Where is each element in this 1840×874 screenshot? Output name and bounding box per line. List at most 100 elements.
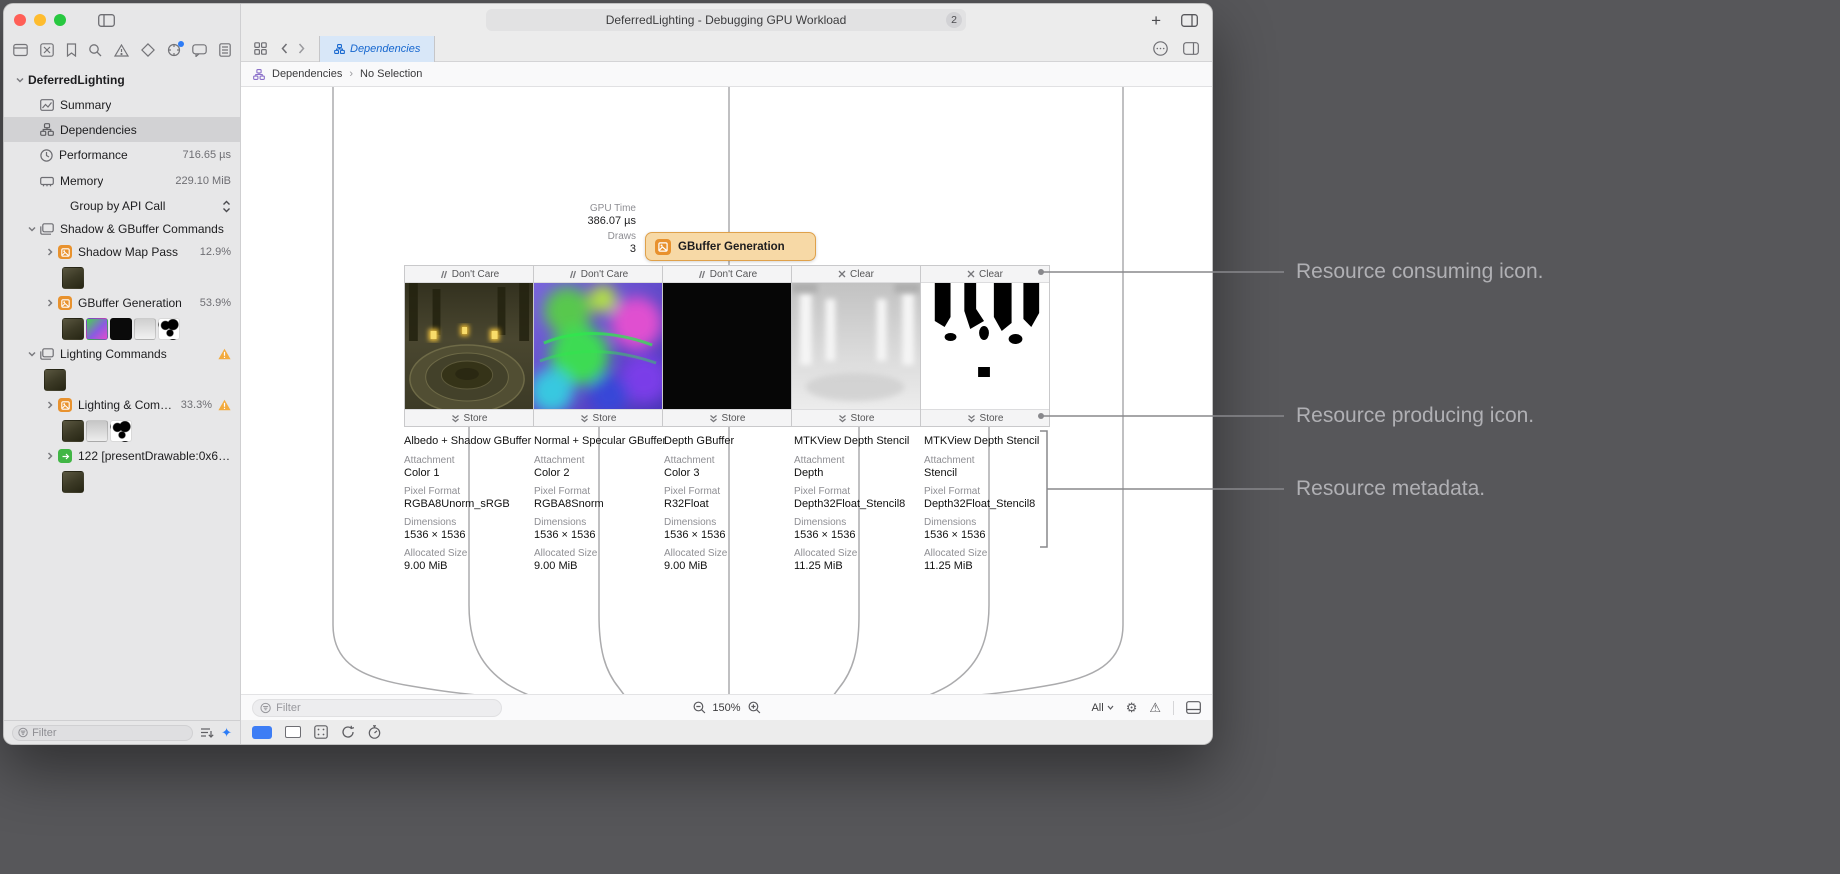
gbuffer-generation-node[interactable]: GBuffer Generation xyxy=(645,232,816,261)
minimize-window-button[interactable] xyxy=(34,14,46,26)
load-action-header[interactable]: Don't Care xyxy=(405,266,533,283)
view-mode-alt-icon[interactable] xyxy=(285,726,301,738)
thumbnail-stencil2[interactable] xyxy=(110,419,132,442)
graph-filter-input[interactable] xyxy=(276,701,494,714)
sidebar-toggle-icon[interactable] xyxy=(98,13,115,27)
thumbnail-depth[interactable] xyxy=(134,317,156,340)
dependency-graph-canvas[interactable]: GPU Time 386.07 µs Draws 3 GBuffer Gener… xyxy=(241,87,1212,694)
chevron-right-icon[interactable] xyxy=(46,401,54,409)
store-action-footer[interactable]: Store xyxy=(663,409,791,426)
performance-timer-icon[interactable] xyxy=(368,725,381,739)
store-action-footer[interactable]: Store xyxy=(405,409,533,426)
thumbnail-albedo[interactable] xyxy=(62,317,84,340)
tab-overview-icon[interactable] xyxy=(254,42,267,55)
thumbnail-lighting[interactable] xyxy=(44,368,66,391)
view-mode-selected-icon[interactable] xyxy=(252,725,272,739)
thumbnail-depth-gbuffer[interactable] xyxy=(110,317,132,340)
reports-navigator-icon[interactable] xyxy=(219,43,231,57)
tree-item-performance[interactable]: Performance 716.65 µs xyxy=(4,142,240,168)
group-by-stepper-icon[interactable] xyxy=(216,200,231,213)
forward-button[interactable] xyxy=(298,43,305,54)
graph-filter-field[interactable] xyxy=(252,698,502,717)
thumbnail-present[interactable] xyxy=(62,470,84,493)
editor-layout-icon[interactable] xyxy=(1183,42,1199,55)
zoom-window-button[interactable] xyxy=(54,14,66,26)
chevron-down-icon[interactable] xyxy=(16,76,24,84)
thumbnail-stencil[interactable] xyxy=(158,317,180,340)
normal-attachment-image[interactable] xyxy=(534,283,662,409)
albedo-attachment-image[interactable] xyxy=(405,283,533,409)
insights-sparkle-icon[interactable]: ✦ xyxy=(221,726,232,739)
store-action-footer[interactable]: Store xyxy=(534,409,662,426)
add-tab-button[interactable]: + xyxy=(1151,12,1161,29)
chevron-down-icon[interactable] xyxy=(28,225,36,233)
depth-gbuffer-attachment-image[interactable] xyxy=(663,283,791,409)
load-action-header[interactable]: Don't Care xyxy=(663,266,791,283)
thumbnail-gray[interactable] xyxy=(86,419,108,442)
chevron-down-icon[interactable] xyxy=(28,350,36,358)
resource-title[interactable]: Normal + Specular GBuffer xyxy=(534,435,666,447)
tests-navigator-icon[interactable] xyxy=(140,43,155,57)
breakpoints-navigator-icon[interactable] xyxy=(192,43,208,57)
close-window-button[interactable] xyxy=(14,14,26,26)
store-action-footer[interactable]: Store xyxy=(792,409,920,426)
load-action-header[interactable]: Clear xyxy=(921,266,1049,283)
chevron-right-icon[interactable] xyxy=(46,452,54,460)
tree-item-memory[interactable]: Memory 229.10 MiB xyxy=(4,168,240,194)
issues-navigator-icon[interactable] xyxy=(114,43,129,57)
store-action-footer[interactable]: Store xyxy=(921,409,1049,426)
inspector-toggle-icon[interactable] xyxy=(1181,13,1198,27)
debug-navigator-icon[interactable] xyxy=(167,41,184,57)
tree-item-root[interactable]: DeferredLighting xyxy=(4,67,240,92)
tab-dependencies[interactable]: Dependencies xyxy=(319,35,436,62)
issues-warning-icon[interactable]: ⚠ xyxy=(1149,701,1161,714)
find-navigator-icon[interactable] xyxy=(88,43,102,57)
tree-item-lighting-group[interactable]: Lighting Commands xyxy=(4,342,240,366)
resource-title[interactable]: MTKView Depth Stencil xyxy=(794,435,916,447)
attachment-card[interactable]: Don't Care Store xyxy=(533,265,663,427)
more-options-icon[interactable] xyxy=(1153,41,1168,56)
tree-item-present-drawable[interactable]: 122 [presentDrawable:0x60… xyxy=(4,444,240,468)
chevron-right-icon[interactable] xyxy=(46,299,54,307)
tree-item-gbuffer-generation[interactable]: GBuffer Generation 53.9% xyxy=(4,291,240,315)
shader-debug-icon[interactable] xyxy=(314,725,328,739)
attachment-card[interactable]: Don't Care Store xyxy=(404,265,534,427)
thumbnail-composed[interactable] xyxy=(62,419,84,442)
back-button[interactable] xyxy=(281,43,288,54)
depth-attachment-image[interactable] xyxy=(792,283,920,409)
project-navigator-icon[interactable] xyxy=(13,43,28,57)
breadcrumb-dependencies[interactable]: Dependencies xyxy=(272,68,342,80)
tree-item-lighting-composition[interactable]: Lighting & Compo… 33.3% xyxy=(4,393,240,417)
tree-item-summary[interactable]: Summary xyxy=(4,92,240,117)
bookmark-navigator-icon[interactable] xyxy=(66,43,77,57)
group-by-api-call-control[interactable]: Group by API Call xyxy=(4,194,240,218)
zoom-out-icon[interactable] xyxy=(692,701,705,714)
bottom-panel-toggle-icon[interactable] xyxy=(1186,701,1201,714)
breadcrumb-selection[interactable]: No Selection xyxy=(360,68,422,80)
thumbnail-normal[interactable] xyxy=(86,317,108,340)
attachment-card[interactable]: Don't Care Store xyxy=(662,265,792,427)
warning-icon[interactable] xyxy=(218,399,231,411)
window-title-pill[interactable]: DeferredLighting - Debugging GPU Workloa… xyxy=(486,9,966,31)
chevron-right-icon[interactable] xyxy=(46,248,54,256)
attachment-card[interactable]: Clear Store xyxy=(920,265,1050,427)
tree-item-shadow-map-pass[interactable]: Shadow Map Pass 12.9% xyxy=(4,240,240,264)
sidebar-filter-field[interactable] xyxy=(12,724,194,741)
scope-selector[interactable]: All xyxy=(1091,702,1114,714)
thumbnail-shadow-map[interactable] xyxy=(62,266,84,289)
load-action-header[interactable]: Clear xyxy=(792,266,920,283)
resource-title[interactable]: Depth GBuffer xyxy=(664,435,786,447)
tree-item-shadow-gbuffer-group[interactable]: Shadow & GBuffer Commands xyxy=(4,218,240,240)
filter-issues-icon[interactable] xyxy=(200,727,214,738)
zoom-level[interactable]: 150% xyxy=(712,702,740,714)
warning-icon[interactable] xyxy=(218,348,231,360)
sidebar-filter-input[interactable] xyxy=(32,726,188,739)
settings-gear-icon[interactable]: ⚙ xyxy=(1126,701,1138,714)
reload-icon[interactable] xyxy=(341,725,355,739)
zoom-in-icon[interactable] xyxy=(748,701,761,714)
attachment-card[interactable]: Clear Store xyxy=(791,265,921,427)
resource-title[interactable]: Albedo + Shadow GBuffer xyxy=(404,435,531,447)
resource-title[interactable]: MTKView Depth Stencil xyxy=(924,435,1046,447)
symbols-navigator-icon[interactable] xyxy=(39,43,54,57)
tree-item-dependencies[interactable]: Dependencies xyxy=(4,117,240,142)
